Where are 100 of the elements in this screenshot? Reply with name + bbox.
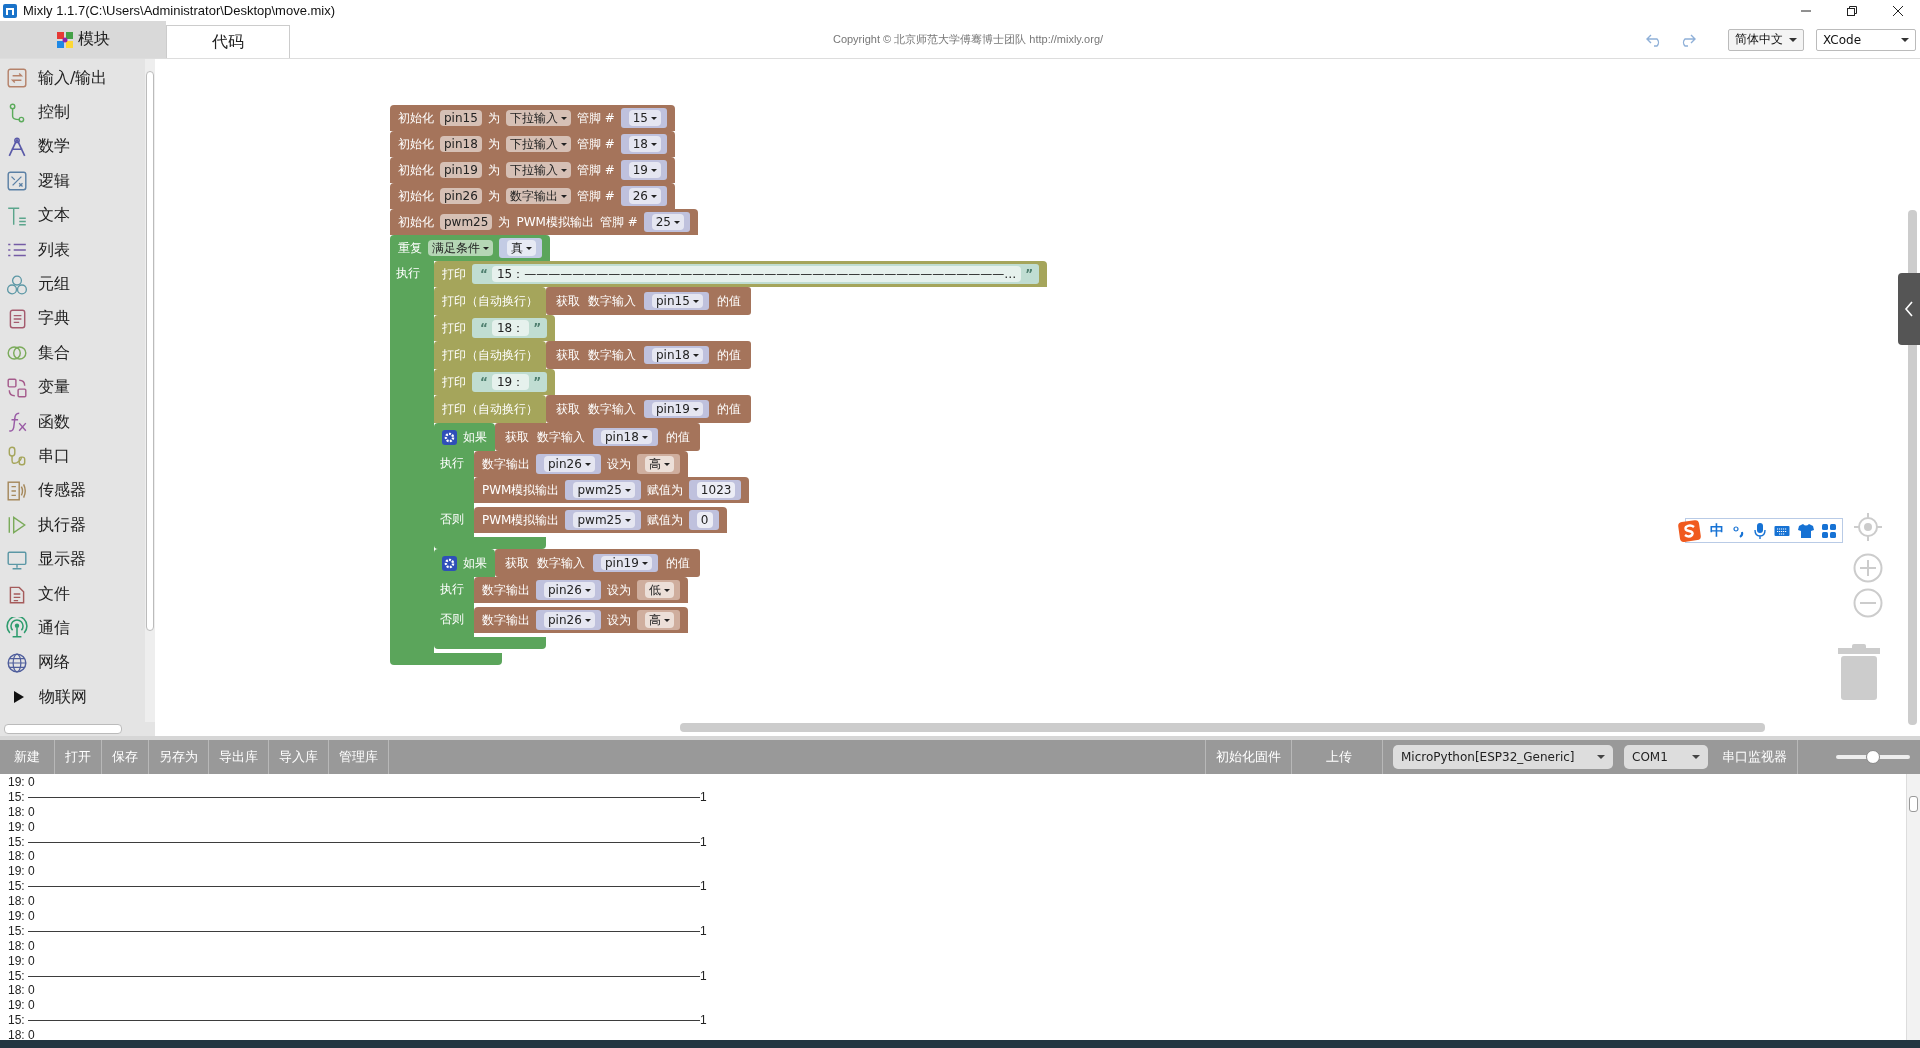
category-item[interactable]: 通信 [0,611,145,646]
category-item[interactable]: 集合 [0,336,145,371]
dropdown[interactable]: 真 [507,240,536,256]
shirt-icon[interactable] [1798,523,1814,538]
number-field[interactable]: 1023 [696,482,736,498]
gear-icon[interactable] [442,555,457,571]
console-line: 15: ————————————————————————————————————————————————————————1 [8,968,708,984]
category-item[interactable]: 逻辑 [0,164,145,199]
dropdown[interactable]: 26 [628,188,661,204]
block-label: 数字输出 [482,582,530,598]
dropdown[interactable]: pin19 [601,556,652,570]
dropdown[interactable]: 下拉输入 [505,136,571,152]
quote-mark: ” [533,374,542,390]
category-item[interactable]: 物联网 [0,680,145,715]
category-item[interactable]: 输入/输出 [0,61,145,96]
dropdown[interactable]: 15 [628,110,661,126]
string-field[interactable]: 15：————————————————————————————————————————… [491,266,1022,282]
dropdown[interactable]: 数字输出 [505,188,571,204]
scrollbar[interactable] [680,723,1765,732]
console-line: 18: 0 [8,894,36,909]
category-item[interactable]: 列表 [0,232,145,268]
category-item[interactable]: 执行器 [0,508,145,543]
scrollbar[interactable] [145,59,155,722]
category-item[interactable]: 函数 [0,404,145,440]
dropdown[interactable]: pwm25 [573,512,635,528]
dropdown[interactable]: pin26 [544,456,595,472]
category-item[interactable]: 显示器 [0,542,145,577]
close-icon[interactable] [1892,4,1904,17]
dropdown[interactable]: 下拉输入 [505,162,571,178]
scrollbar[interactable] [4,724,122,734]
category-item[interactable]: 字典 [0,301,145,337]
tab[interactable]: 代码 [166,25,290,58]
tab[interactable]: 模块 [0,21,166,58]
category-label: 逻辑 [38,170,70,192]
restore-icon[interactable] [1846,4,1858,17]
dropdown[interactable]: pin26 [544,612,595,628]
dropdown[interactable]: 下拉输入 [505,110,571,126]
caret-icon [651,194,657,198]
collapse-handle[interactable] [1898,273,1920,345]
function-icon [6,411,28,434]
language-dropdown[interactable]: 简体中文 [1728,28,1804,51]
category-item[interactable]: 文本 [0,198,145,233]
dropdown[interactable]: 18 [628,136,661,152]
category-label: 变量 [38,377,70,399]
block-label: 初始化 [398,214,434,230]
caret-icon [1789,37,1797,42]
number-field[interactable]: 0 [696,512,713,528]
category-label: 函数 [38,411,70,433]
block-label: 否则 [440,612,464,626]
category-label: 元组 [38,274,70,296]
block-label: 数字输入 [537,554,585,572]
logo-icon[interactable] [1678,518,1702,543]
block-label: 数字输入 [537,428,585,446]
dropdown[interactable]: pin19 [652,402,703,416]
scrollbar[interactable] [1906,774,1920,1040]
dropdown[interactable]: 高 [644,612,674,628]
block-label: 赋值为 [646,482,683,498]
category-item[interactable]: 网络 [0,645,145,681]
block-label: 打印 [442,320,466,336]
zoom-slider[interactable] [1836,750,1910,764]
block-label: 如果 [463,429,487,445]
caret-icon [12,691,24,704]
block-label: 管脚 # [576,136,615,152]
dropdown[interactable]: pin18 [601,430,652,444]
keyboard-icon[interactable] [1774,524,1790,537]
board-dropdown[interactable]: MicroPython[ESP32_Generic] [1393,745,1613,769]
block-label: 管脚 # [576,162,615,178]
category-item[interactable]: 变量 [0,370,145,405]
microphone-icon[interactable] [1754,522,1766,539]
category-item[interactable]: 文件 [0,576,145,612]
dropdown[interactable]: 高 [644,456,674,472]
category-label: 通信 [38,617,70,639]
console-line: 18: 0 [8,849,36,865]
dropdown[interactable]: 满足条件 [428,240,493,256]
grid-icon[interactable] [1822,523,1836,538]
category-item[interactable]: 元组 [0,267,145,302]
string-field[interactable]: 18： [491,320,530,336]
dropdown[interactable]: pin26 [544,582,595,598]
circles-icon [6,273,28,296]
caret-icon [1901,37,1909,42]
dropdown[interactable]: pin15 [652,294,703,308]
category-item[interactable]: 数学 [0,129,145,165]
caret-icon [584,588,591,592]
gear-icon[interactable] [442,429,457,445]
dropdown[interactable]: pin18 [652,348,703,362]
caret-icon [560,194,567,198]
dropdown[interactable]: 25 [651,214,684,230]
dropdown[interactable]: 低 [644,582,674,598]
quote-mark: ” [1025,266,1034,282]
category-item[interactable]: 传感器 [0,473,145,509]
port-dropdown[interactable]: COM1 [1624,745,1708,769]
dropdown[interactable]: 19 [628,162,661,178]
theme-dropdown[interactable]: XCode [1816,28,1916,51]
caret-icon [692,299,699,303]
language-mode[interactable]: 中 [1710,521,1724,540]
string-field[interactable]: 19： [491,374,530,390]
category-item[interactable]: 串口 [0,439,145,474]
dropdown[interactable]: pwm25 [573,482,635,498]
punctuation-icon[interactable] [1732,523,1746,538]
category-item[interactable]: 控制 [0,95,145,130]
